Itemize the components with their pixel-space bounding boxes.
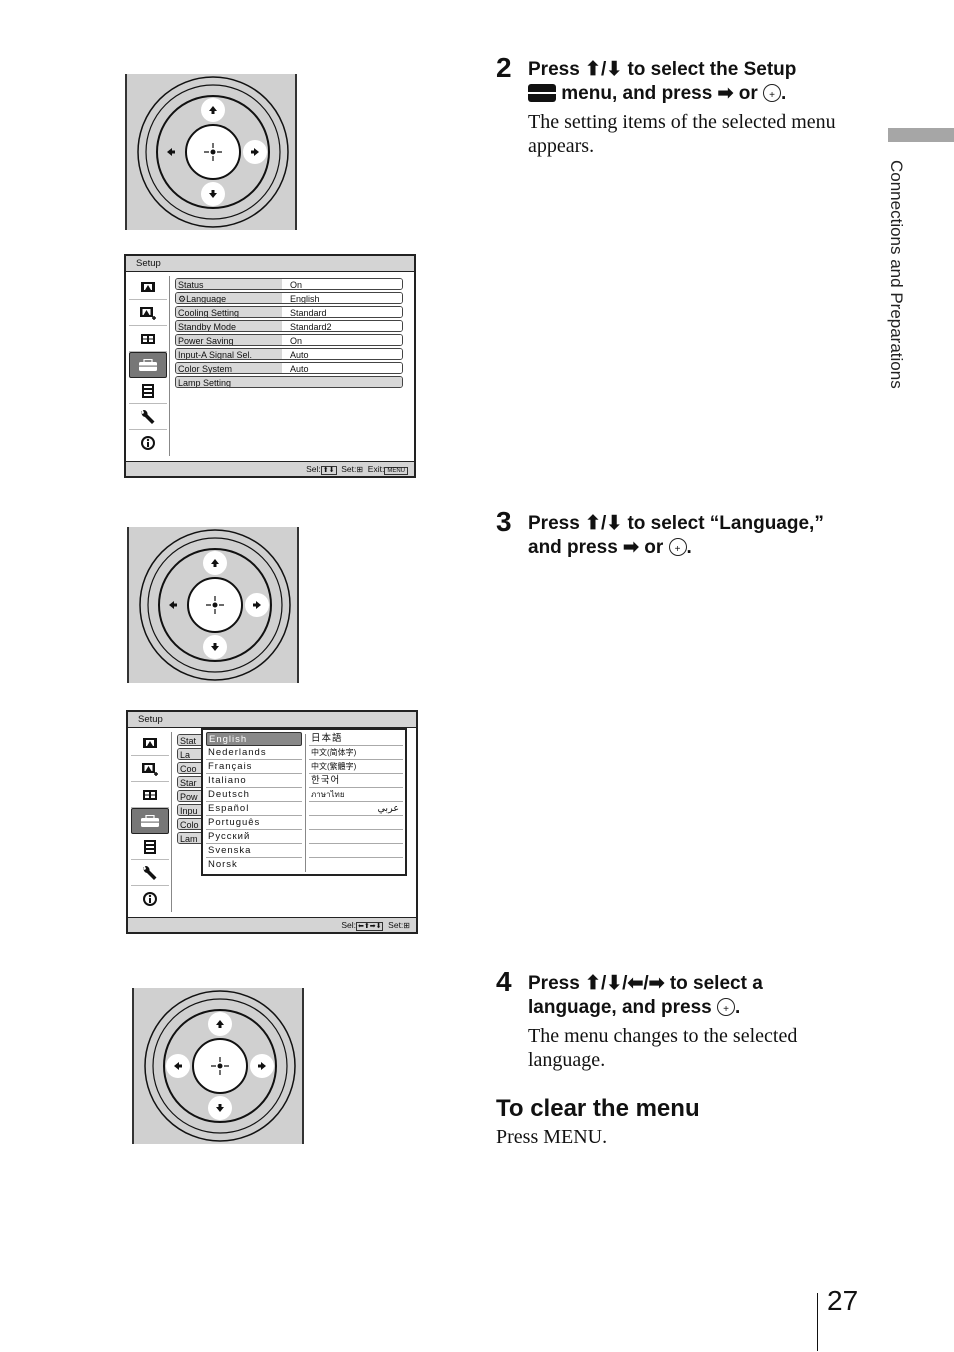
enter-key-icon: ⊞ [356, 465, 364, 474]
language-option[interactable] [309, 830, 403, 844]
menu-title: Setup [128, 712, 416, 728]
row-input-a-signal[interactable]: Input-A Signal Sel. Auto [175, 348, 403, 360]
language-column-1: English Nederlands Français Italiano Deutsch… [206, 732, 302, 872]
language-option[interactable]: Français [206, 760, 302, 774]
language-option[interactable] [309, 816, 403, 830]
menu-title: Setup [126, 256, 414, 272]
screen-icon [140, 333, 156, 345]
enter-button-icon [763, 84, 782, 108]
enter-key-icon: ⊞ [403, 921, 410, 930]
enter-button-icon [668, 538, 687, 562]
row-language[interactable]: ⚙Language English [175, 292, 403, 304]
arrow-keys-icon: ⬅⬆➡⬇ [355, 922, 384, 931]
setup-rows: Status On ⚙Language English Cooling Settin… [175, 278, 403, 390]
language-option[interactable]: 한국어 [309, 774, 403, 788]
language-option[interactable]: 中文(简体字) [309, 746, 403, 760]
language-option[interactable]: Deutsch [206, 788, 302, 802]
menu-tab-screen[interactable] [131, 782, 169, 808]
menu-footer: Sel: ⬅⬆➡⬇ Set:⊞ [128, 917, 416, 932]
left-arrow-icon [167, 148, 175, 156]
row-cooling-setting[interactable]: Cooling Setting Standard [175, 306, 403, 318]
section-tab-marker [888, 128, 954, 142]
language-option[interactable]: Nederlands [206, 746, 302, 760]
setup-toolbox-icon [140, 814, 160, 828]
menu-tab-setup-toolbox[interactable] [131, 808, 169, 834]
language-column-2: 日本語 中文(简体字) 中文(繁體字) 한국어 ภาษาไทย عربي [309, 732, 403, 872]
menu-tab-picture-adjust[interactable] [129, 300, 167, 326]
page-number-divider [817, 1293, 818, 1351]
menu-tab-wrench[interactable] [131, 860, 169, 886]
menu-tab-picture-adjust[interactable] [131, 756, 169, 782]
menu-footer: Sel: ⬆⬇ Set:⊞ Exit: MENU [126, 461, 414, 476]
menu-tab-menu-list[interactable] [129, 378, 167, 404]
globe-icon: ⚙ [178, 294, 187, 304]
menu-key-icon: MENU [384, 467, 408, 475]
wrench-icon [140, 409, 156, 425]
page-number: 27 [827, 1285, 859, 1316]
row-standby-mode[interactable]: Standby Mode Standard2 [175, 320, 403, 332]
menu-tab-screen[interactable] [129, 326, 167, 352]
language-option[interactable]: 日本語 [309, 732, 403, 746]
language-option[interactable]: Español [206, 802, 302, 816]
clear-menu-text: Press MENU. [496, 1126, 608, 1148]
language-option[interactable]: English [206, 732, 302, 746]
remote-pad-2 [127, 527, 299, 683]
language-option[interactable]: Svenska [206, 844, 302, 858]
menu-tab-picture[interactable] [131, 730, 169, 756]
enter-button-icon [717, 998, 735, 1022]
menu-list-icon [141, 383, 155, 399]
remote-pad-3 [132, 988, 304, 1144]
language-option[interactable]: Italiano [206, 774, 302, 788]
screen-icon [142, 789, 158, 801]
left-arrow-icon [169, 601, 177, 609]
menu-list-icon [143, 839, 157, 855]
picture-icon [140, 281, 156, 293]
row-status[interactable]: Status On [175, 278, 403, 290]
picture-icon [142, 737, 158, 749]
menu-tab-info[interactable] [129, 430, 167, 456]
language-option[interactable] [309, 844, 403, 858]
language-option[interactable]: Русский [206, 830, 302, 844]
language-option[interactable]: Português [206, 816, 302, 830]
toolbox-icon [528, 84, 556, 102]
remote-pad-1 [125, 74, 297, 230]
language-option[interactable] [309, 858, 403, 872]
up-down-key-icon: ⬆⬇ [320, 466, 337, 475]
language-popup: English Nederlands Français Italiano Deutsch… [201, 728, 407, 876]
setup-toolbox-icon [138, 358, 158, 372]
menu-tab-picture[interactable] [129, 274, 167, 300]
row-color-system[interactable]: Color System Auto [175, 362, 403, 374]
language-option[interactable]: ภาษาไทย [309, 788, 403, 802]
clear-menu-heading: To clear the menu [496, 1095, 700, 1122]
language-option[interactable]: عربي [309, 802, 403, 816]
language-menu-screen: Setup Stat La Coo Star Pow Inpu Colo Lam Englis… [126, 710, 418, 934]
menu-icon-column [131, 730, 169, 912]
wrench-icon [142, 865, 158, 881]
row-power-saving[interactable]: Power Saving On [175, 334, 403, 346]
menu-tab-wrench[interactable] [129, 404, 167, 430]
picture-adjust-icon [139, 306, 157, 320]
picture-adjust-icon [141, 762, 159, 776]
section-label: Connections and Preparations [887, 160, 906, 389]
menu-tab-menu-list[interactable] [131, 834, 169, 860]
menu-tab-info[interactable] [131, 886, 169, 912]
menu-icon-column [129, 274, 167, 456]
info-icon [142, 891, 158, 907]
menu-tab-setup-toolbox[interactable] [129, 352, 167, 378]
row-lamp-setting[interactable]: Lamp Setting [175, 376, 403, 388]
info-icon [140, 435, 156, 451]
setup-menu-screen: Setup Status On ⚙Language English Cooling … [124, 254, 416, 478]
language-option[interactable]: 中文(繁體字) [309, 760, 403, 774]
language-option[interactable]: Norsk [206, 858, 302, 872]
